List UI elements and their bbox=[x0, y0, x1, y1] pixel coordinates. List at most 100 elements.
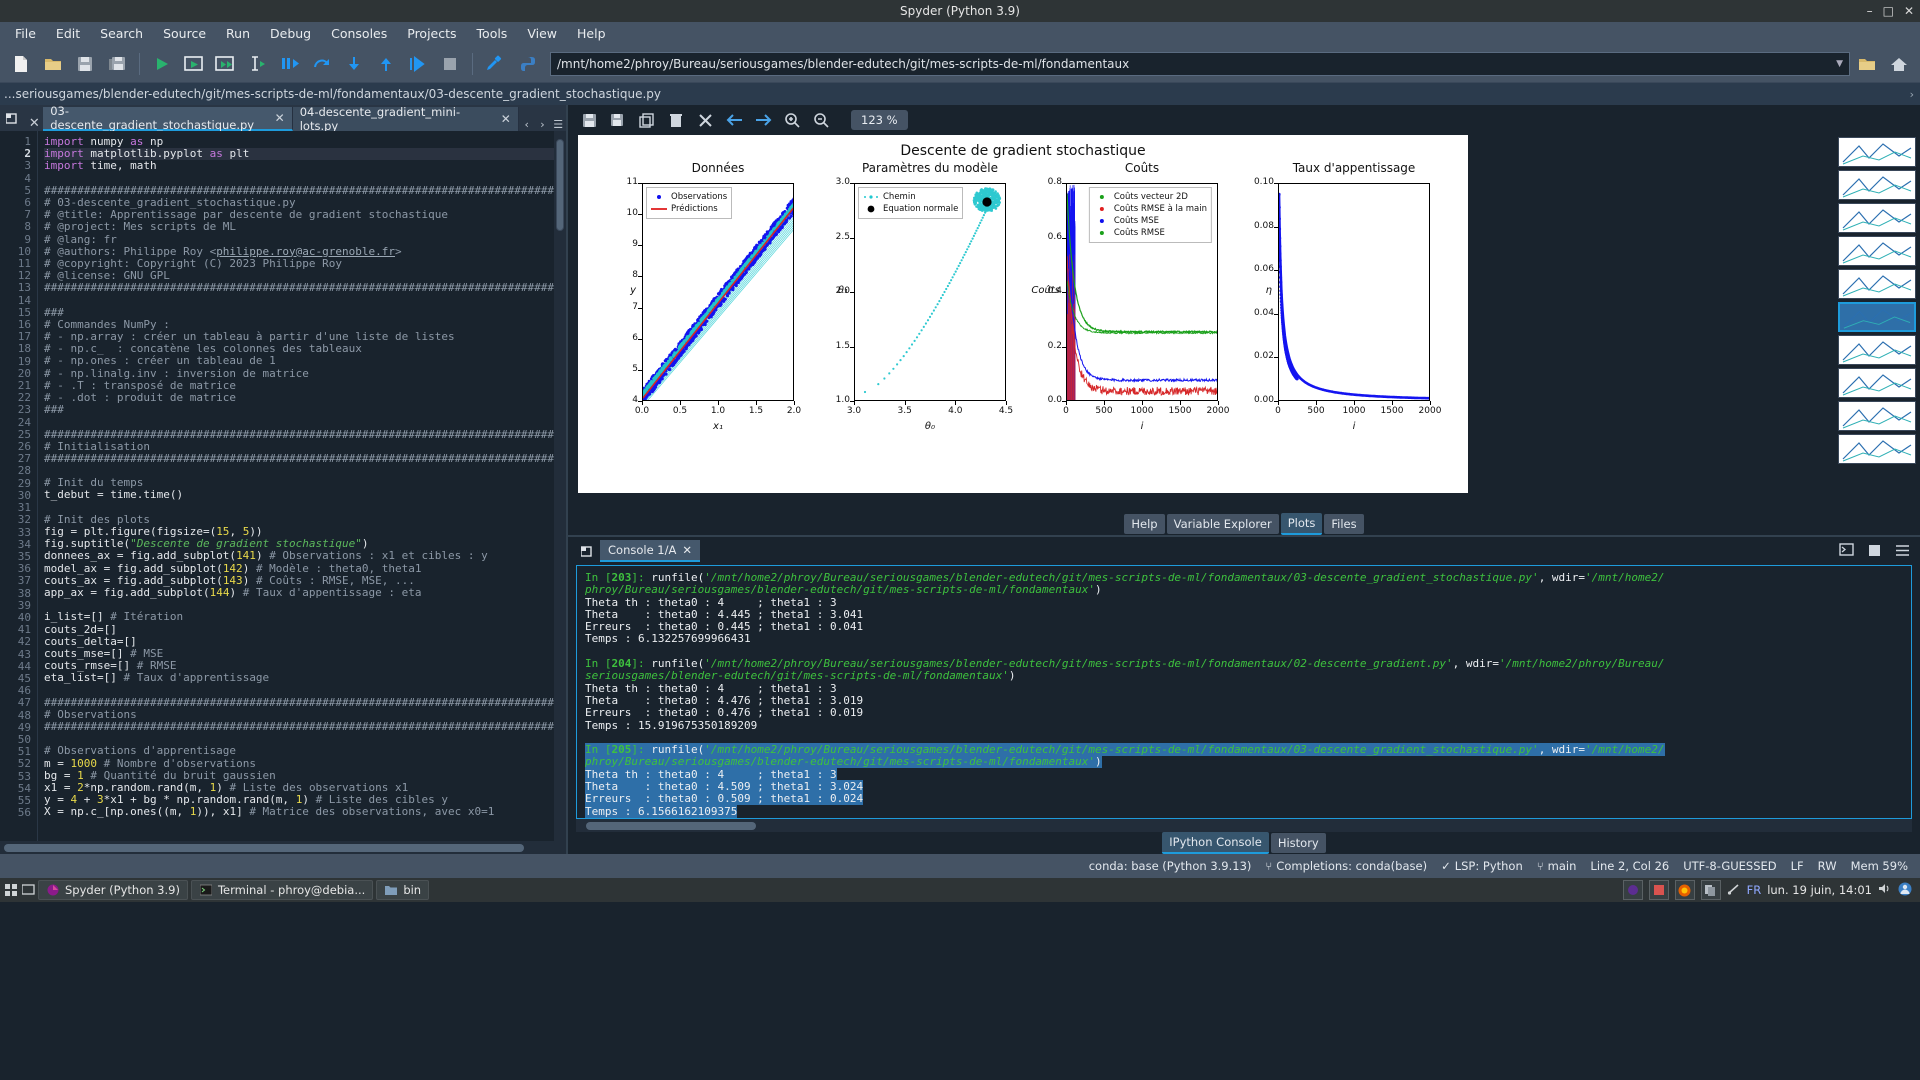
delete-all-plots-icon[interactable] bbox=[692, 108, 718, 132]
editor-close-pane-icon[interactable]: ✕ bbox=[26, 116, 44, 131]
menu-item-run[interactable]: Run bbox=[217, 23, 259, 44]
tab-plots[interactable]: Plots bbox=[1280, 513, 1323, 535]
console-browse-tabs-icon[interactable] bbox=[576, 539, 600, 563]
plot-thumbnail[interactable] bbox=[1838, 434, 1916, 464]
editor-browse-tabs-icon[interactable] bbox=[0, 105, 26, 131]
menu-item-search[interactable]: Search bbox=[91, 23, 152, 44]
tab-help[interactable]: Help bbox=[1124, 514, 1165, 534]
menu-item-debug[interactable]: Debug bbox=[261, 23, 320, 44]
plot-thumbnails-list[interactable] bbox=[1834, 135, 1920, 513]
debug-step-over-icon[interactable] bbox=[307, 49, 337, 79]
editor-body[interactable]: 1 2 3 4 5 6 7 8 9 10 11 12 13 14 15 16 17 18 19 20 21 22 23 24 2… bbox=[0, 131, 566, 841]
tab-history[interactable]: History bbox=[1270, 833, 1326, 853]
run-cell-advance-icon[interactable] bbox=[211, 49, 241, 79]
taskbar-item-spyder[interactable]: Spyder (Python 3.9) bbox=[38, 880, 188, 900]
tab-files[interactable]: Files bbox=[1324, 514, 1364, 534]
plot-thumbnail[interactable] bbox=[1838, 335, 1916, 365]
editor-vertical-scrollbar[interactable] bbox=[554, 131, 566, 841]
save-all-icon[interactable] bbox=[102, 49, 132, 79]
code-text-area[interactable]: import numpy as np import matplotlib.pypl… bbox=[38, 131, 566, 841]
app-tray-1-icon[interactable] bbox=[1622, 880, 1643, 900]
debug-file-icon[interactable] bbox=[275, 49, 305, 79]
tab-variable-explorer[interactable]: Variable Explorer bbox=[1166, 514, 1279, 534]
plot-thumbnail[interactable] bbox=[1838, 170, 1916, 200]
taskbar-item-bin[interactable]: bin bbox=[376, 880, 430, 900]
menu-item-help[interactable]: Help bbox=[568, 23, 615, 44]
console-hscroll-thumb[interactable] bbox=[586, 821, 756, 830]
debug-continue-icon[interactable] bbox=[403, 49, 433, 79]
python-path-icon[interactable] bbox=[512, 49, 542, 79]
editor-options-menu-icon[interactable]: ☰ bbox=[550, 118, 566, 131]
close-icon[interactable]: ✕ bbox=[501, 112, 511, 126]
menu-item-tools[interactable]: Tools bbox=[468, 23, 517, 44]
app-tray-2-icon[interactable] bbox=[1648, 880, 1669, 900]
debug-step-out-icon[interactable] bbox=[371, 49, 401, 79]
show-desktop-icon[interactable] bbox=[21, 883, 35, 897]
run-file-icon[interactable] bbox=[147, 49, 177, 79]
files-icon[interactable] bbox=[1700, 880, 1721, 900]
plot-thumbnail[interactable] bbox=[1838, 236, 1916, 266]
menu-item-projects[interactable]: Projects bbox=[398, 23, 465, 44]
copy-plot-icon[interactable] bbox=[605, 108, 631, 132]
save-file-icon[interactable] bbox=[70, 49, 100, 79]
run-cell-icon[interactable] bbox=[179, 49, 209, 79]
menu-item-source[interactable]: Source bbox=[154, 23, 215, 44]
plot-thumbnail[interactable] bbox=[1838, 203, 1916, 233]
console-stop-icon[interactable] bbox=[1868, 542, 1881, 561]
console-output[interactable]: In [203]: runfile('/mnt/home2/phroy/Bure… bbox=[576, 565, 1912, 819]
plot-thumbnail[interactable] bbox=[1838, 368, 1916, 398]
user-account-icon[interactable] bbox=[1898, 882, 1912, 899]
menu-item-view[interactable]: View bbox=[518, 23, 566, 44]
network-icon[interactable] bbox=[1727, 882, 1741, 899]
console-tab-1a[interactable]: Console 1/A ✕ bbox=[600, 540, 701, 562]
console-options-menu-icon[interactable] bbox=[1895, 542, 1910, 561]
plot-thumbnail[interactable] bbox=[1838, 401, 1916, 431]
run-selection-icon[interactable] bbox=[243, 49, 273, 79]
close-icon[interactable]: ✕ bbox=[275, 111, 285, 125]
window-close-button[interactable]: ✕ bbox=[1904, 4, 1914, 18]
next-plot-icon[interactable] bbox=[750, 108, 776, 132]
zoom-out-icon[interactable] bbox=[808, 108, 834, 132]
plot-thumbnail[interactable] bbox=[1838, 269, 1916, 299]
delete-plot-icon[interactable] bbox=[663, 108, 689, 132]
zoom-in-icon[interactable] bbox=[779, 108, 805, 132]
editor-tab-prev-icon[interactable]: ‹ bbox=[519, 118, 535, 131]
close-icon[interactable]: ✕ bbox=[682, 543, 692, 557]
window-minimize-button[interactable]: – bbox=[1867, 4, 1873, 18]
window-maximize-button[interactable]: □ bbox=[1883, 4, 1894, 18]
menu-item-file[interactable]: File bbox=[6, 23, 45, 44]
taskbar-item-terminal[interactable]: Terminal - phroy@debia... bbox=[190, 880, 374, 900]
volume-icon[interactable] bbox=[1878, 882, 1892, 898]
editor-tab-04-descente-gradient-mini-lots[interactable]: 04-descente_gradient_mini-lots.py ✕ bbox=[292, 105, 519, 133]
browse-directory-icon[interactable] bbox=[1852, 49, 1882, 79]
editor-scrollbar-thumb[interactable] bbox=[556, 139, 564, 231]
save-plot-icon[interactable] bbox=[576, 108, 602, 132]
firefox-icon[interactable] bbox=[1674, 880, 1695, 900]
home-directory-icon[interactable] bbox=[1884, 49, 1914, 79]
editor-hscroll-thumb[interactable] bbox=[4, 843, 524, 852]
new-console-icon[interactable] bbox=[1839, 542, 1854, 561]
console-horizontal-scrollbar[interactable] bbox=[576, 819, 1912, 832]
debug-stop-icon[interactable] bbox=[435, 49, 465, 79]
new-file-icon[interactable] bbox=[6, 49, 36, 79]
tab-ipython-console[interactable]: IPython Console bbox=[1162, 832, 1269, 854]
open-file-icon[interactable] bbox=[38, 49, 68, 79]
preferences-gear-icon[interactable] bbox=[480, 49, 510, 79]
previous-plot-icon[interactable] bbox=[721, 108, 747, 132]
editor-tab-03-descente-gradient-stochastique[interactable]: 03-descente_gradient_stochastique.py ✕ bbox=[43, 104, 293, 132]
menu-item-consoles[interactable]: Consoles bbox=[322, 23, 396, 44]
chevron-down-icon[interactable]: ▼ bbox=[1836, 59, 1843, 69]
debug-step-into-icon[interactable] bbox=[339, 49, 369, 79]
plot-thumbnail[interactable] bbox=[1838, 137, 1916, 167]
plot-thumbnail-selected[interactable] bbox=[1838, 302, 1916, 332]
editor-tab-next-icon[interactable]: › bbox=[535, 118, 551, 131]
menu-item-edit[interactable]: Edit bbox=[47, 23, 89, 44]
applications-menu-icon[interactable] bbox=[4, 883, 18, 897]
working-directory-field[interactable]: /mnt/home2/phroy/Bureau/seriousgames/ble… bbox=[550, 51, 1850, 76]
editor-horizontal-scrollbar[interactable] bbox=[0, 841, 566, 854]
plot-viewport[interactable]: Descente de gradient stochastique Donnée… bbox=[568, 135, 1920, 513]
chevron-right-icon[interactable]: › bbox=[1910, 88, 1914, 101]
duplicate-plot-icon[interactable] bbox=[634, 108, 660, 132]
window-titlebar: Spyder (Python 3.9) – □ ✕ bbox=[0, 0, 1920, 22]
keyboard-language-indicator[interactable]: FR bbox=[1747, 883, 1762, 897]
